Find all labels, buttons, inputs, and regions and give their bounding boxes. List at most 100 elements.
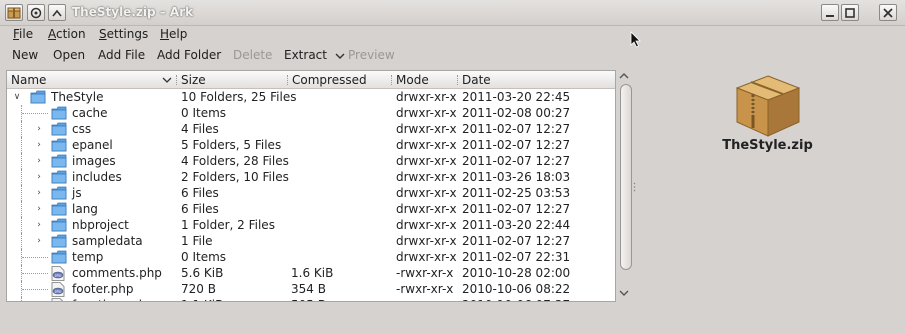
scroll-down-icon[interactable]	[616, 288, 632, 302]
cell-size: 4 Folders, 28 Files	[181, 154, 289, 168]
menu-help[interactable]: Help	[160, 27, 187, 41]
cell-compressed: 354 B	[291, 282, 326, 296]
cell-date: 2011-02-07 12:27	[462, 138, 571, 152]
extract-button[interactable]: Extract	[284, 48, 345, 62]
expand-arrow-icon[interactable]: ›	[34, 220, 44, 230]
cell-date: 2010-10-28 02:00	[462, 266, 571, 280]
preview-button[interactable]: Preview	[348, 48, 395, 62]
cell-size: 5 Folders, 5 Files	[181, 138, 282, 152]
scroll-track[interactable]	[618, 84, 632, 288]
cell-date: 2011-02-08 00:27	[462, 106, 571, 120]
cell-mode: drwxr-xr-x	[396, 122, 457, 136]
sort-chevron-icon	[162, 77, 172, 83]
table-row[interactable]: php footer.php 720 B 354 B -rwxr-xr-x 2010-10…	[7, 281, 615, 297]
menu-bar: File Action Settings Help	[0, 26, 905, 44]
table-row[interactable]: › css 4 Files drwxr-xr-x 2011-02-07 12:27	[7, 121, 615, 137]
cell-size: 1 Folder, 2 Files	[181, 218, 275, 232]
cell-name: cache	[72, 106, 108, 120]
expand-arrow-icon[interactable]: ›	[34, 172, 44, 182]
table-row[interactable]: › lang 6 Files drwxr-xr-x 2011-02-07 12:27	[7, 201, 615, 217]
add-folder-button[interactable]: Add Folder	[157, 48, 221, 62]
new-button[interactable]: New	[12, 48, 38, 62]
table-row[interactable]: php functions.php 1.1 KiB 505 B -rwxr-xr-x 20…	[7, 297, 615, 301]
folder-icon	[51, 154, 67, 168]
expand-arrow-icon[interactable]: ›	[34, 204, 44, 214]
table-row[interactable]: › sampledata 1 File drwxr-xr-x 2011-02-07 12…	[7, 233, 615, 249]
expand-arrow-icon[interactable]: ›	[34, 188, 44, 198]
minimize-icon[interactable]	[821, 4, 839, 21]
cell-name: epanel	[72, 138, 113, 152]
cell-date: 2011-02-07 12:27	[462, 154, 571, 168]
package-box-icon	[735, 75, 801, 137]
cell-name: images	[72, 154, 116, 168]
expand-arrow-icon[interactable]: ›	[34, 236, 44, 246]
close-icon[interactable]	[879, 4, 897, 21]
expand-arrow-icon[interactable]: ›	[34, 140, 44, 150]
cell-name: includes	[72, 170, 122, 184]
cell-date: 2011-03-20 22:45	[462, 90, 571, 104]
mouse-cursor-icon	[630, 31, 641, 48]
table-row[interactable]: › epanel 5 Folders, 5 Files drwxr-xr-x 2011-…	[7, 137, 615, 153]
menu-file[interactable]: File	[13, 27, 33, 41]
file-list: ∨ TheStyle 10 Folders, 25 Files drwxr-xr-x 2…	[7, 89, 615, 301]
window-title: TheStyle.zip – Ark	[72, 5, 194, 19]
cell-size: 720 B	[181, 282, 216, 296]
svg-text:php: php	[55, 273, 63, 277]
open-button[interactable]: Open	[53, 48, 85, 62]
sticky-icon[interactable]	[27, 4, 45, 21]
table-row[interactable]: › js 6 Files drwxr-xr-x 2011-02-25 03:53	[7, 185, 615, 201]
cell-size: 10 Folders, 25 Files	[181, 90, 297, 104]
php-file-icon: php	[51, 298, 67, 301]
column-date[interactable]: Date	[462, 73, 491, 87]
cell-mode: drwxr-xr-x	[396, 250, 457, 264]
cell-date: 2010-10-06 08:22	[462, 282, 571, 296]
scroll-up-icon[interactable]	[616, 70, 632, 84]
table-row[interactable]: › includes 2 Folders, 10 Files drwxr-xr-x 20…	[7, 169, 615, 185]
preview-filename: TheStyle.zip	[722, 138, 813, 153]
folder-icon	[30, 90, 46, 104]
cell-size: 0 Items	[181, 250, 227, 264]
column-mode[interactable]: Mode	[396, 73, 429, 87]
cell-date: 2011-02-07 12:27	[462, 122, 571, 136]
folder-icon	[51, 106, 67, 120]
title-bar: TheStyle.zip – Ark	[0, 0, 905, 26]
preview-pane	[700, 70, 835, 170]
scroll-thumb[interactable]	[620, 84, 632, 270]
cell-name: temp	[72, 250, 104, 264]
folder-icon	[51, 138, 67, 152]
chevron-down-icon	[335, 53, 345, 59]
cell-name: functions.php	[72, 297, 154, 301]
collapse-arrow-icon[interactable]: ∨	[12, 92, 22, 102]
vertical-scrollbar[interactable]	[616, 70, 632, 302]
cell-date: 2011-03-26 18:03	[462, 170, 571, 184]
expand-arrow-icon[interactable]: ›	[34, 124, 44, 134]
menu-action[interactable]: Action	[48, 27, 86, 41]
table-row[interactable]: ∨ TheStyle 10 Folders, 25 Files drwxr-xr-x 2…	[7, 89, 615, 105]
splitter-handle[interactable]	[633, 182, 636, 192]
cell-mode: drwxr-xr-x	[396, 90, 457, 104]
svg-text:php: php	[55, 289, 63, 293]
cell-mode: drwxr-xr-x	[396, 218, 457, 232]
cell-name: lang	[72, 202, 98, 216]
add-file-button[interactable]: Add File	[98, 48, 145, 62]
table-row[interactable]: php comments.php 5.6 KiB 1.6 KiB -rwxr-xr-x 2…	[7, 265, 615, 281]
maximize-icon[interactable]	[841, 4, 859, 21]
toolbar: New Open Add File Add Folder Delete Extr…	[0, 46, 640, 66]
keep-above-icon[interactable]	[48, 4, 66, 21]
table-row[interactable]: temp 0 Items drwxr-xr-x 2011-02-07 22:31	[7, 249, 615, 265]
app-menu-icon[interactable]	[5, 4, 23, 21]
table-row[interactable]: cache 0 Items drwxr-xr-x 2011-02-08 00:27	[7, 105, 615, 121]
menu-settings[interactable]: Settings	[99, 27, 148, 41]
cell-size: 2 Folders, 10 Files	[181, 170, 289, 184]
cell-name: TheStyle	[51, 90, 104, 104]
archive-tree-view[interactable]: Name Size Compressed Mode Date ∨ TheStyle…	[6, 70, 616, 302]
column-compressed[interactable]: Compressed	[292, 73, 367, 87]
column-name[interactable]: Name	[11, 73, 46, 87]
table-row[interactable]: › nbproject 1 Folder, 2 Files drwxr-xr-x 201…	[7, 217, 615, 233]
expand-arrow-icon[interactable]: ›	[34, 156, 44, 166]
column-size[interactable]: Size	[181, 73, 206, 87]
cell-mode: -rwxr-xr-x	[396, 297, 453, 301]
table-row[interactable]: › images 4 Folders, 28 Files drwxr-xr-x 2011…	[7, 153, 615, 169]
delete-button[interactable]: Delete	[233, 48, 272, 62]
cell-date: 2011-02-07 12:27	[462, 234, 571, 248]
